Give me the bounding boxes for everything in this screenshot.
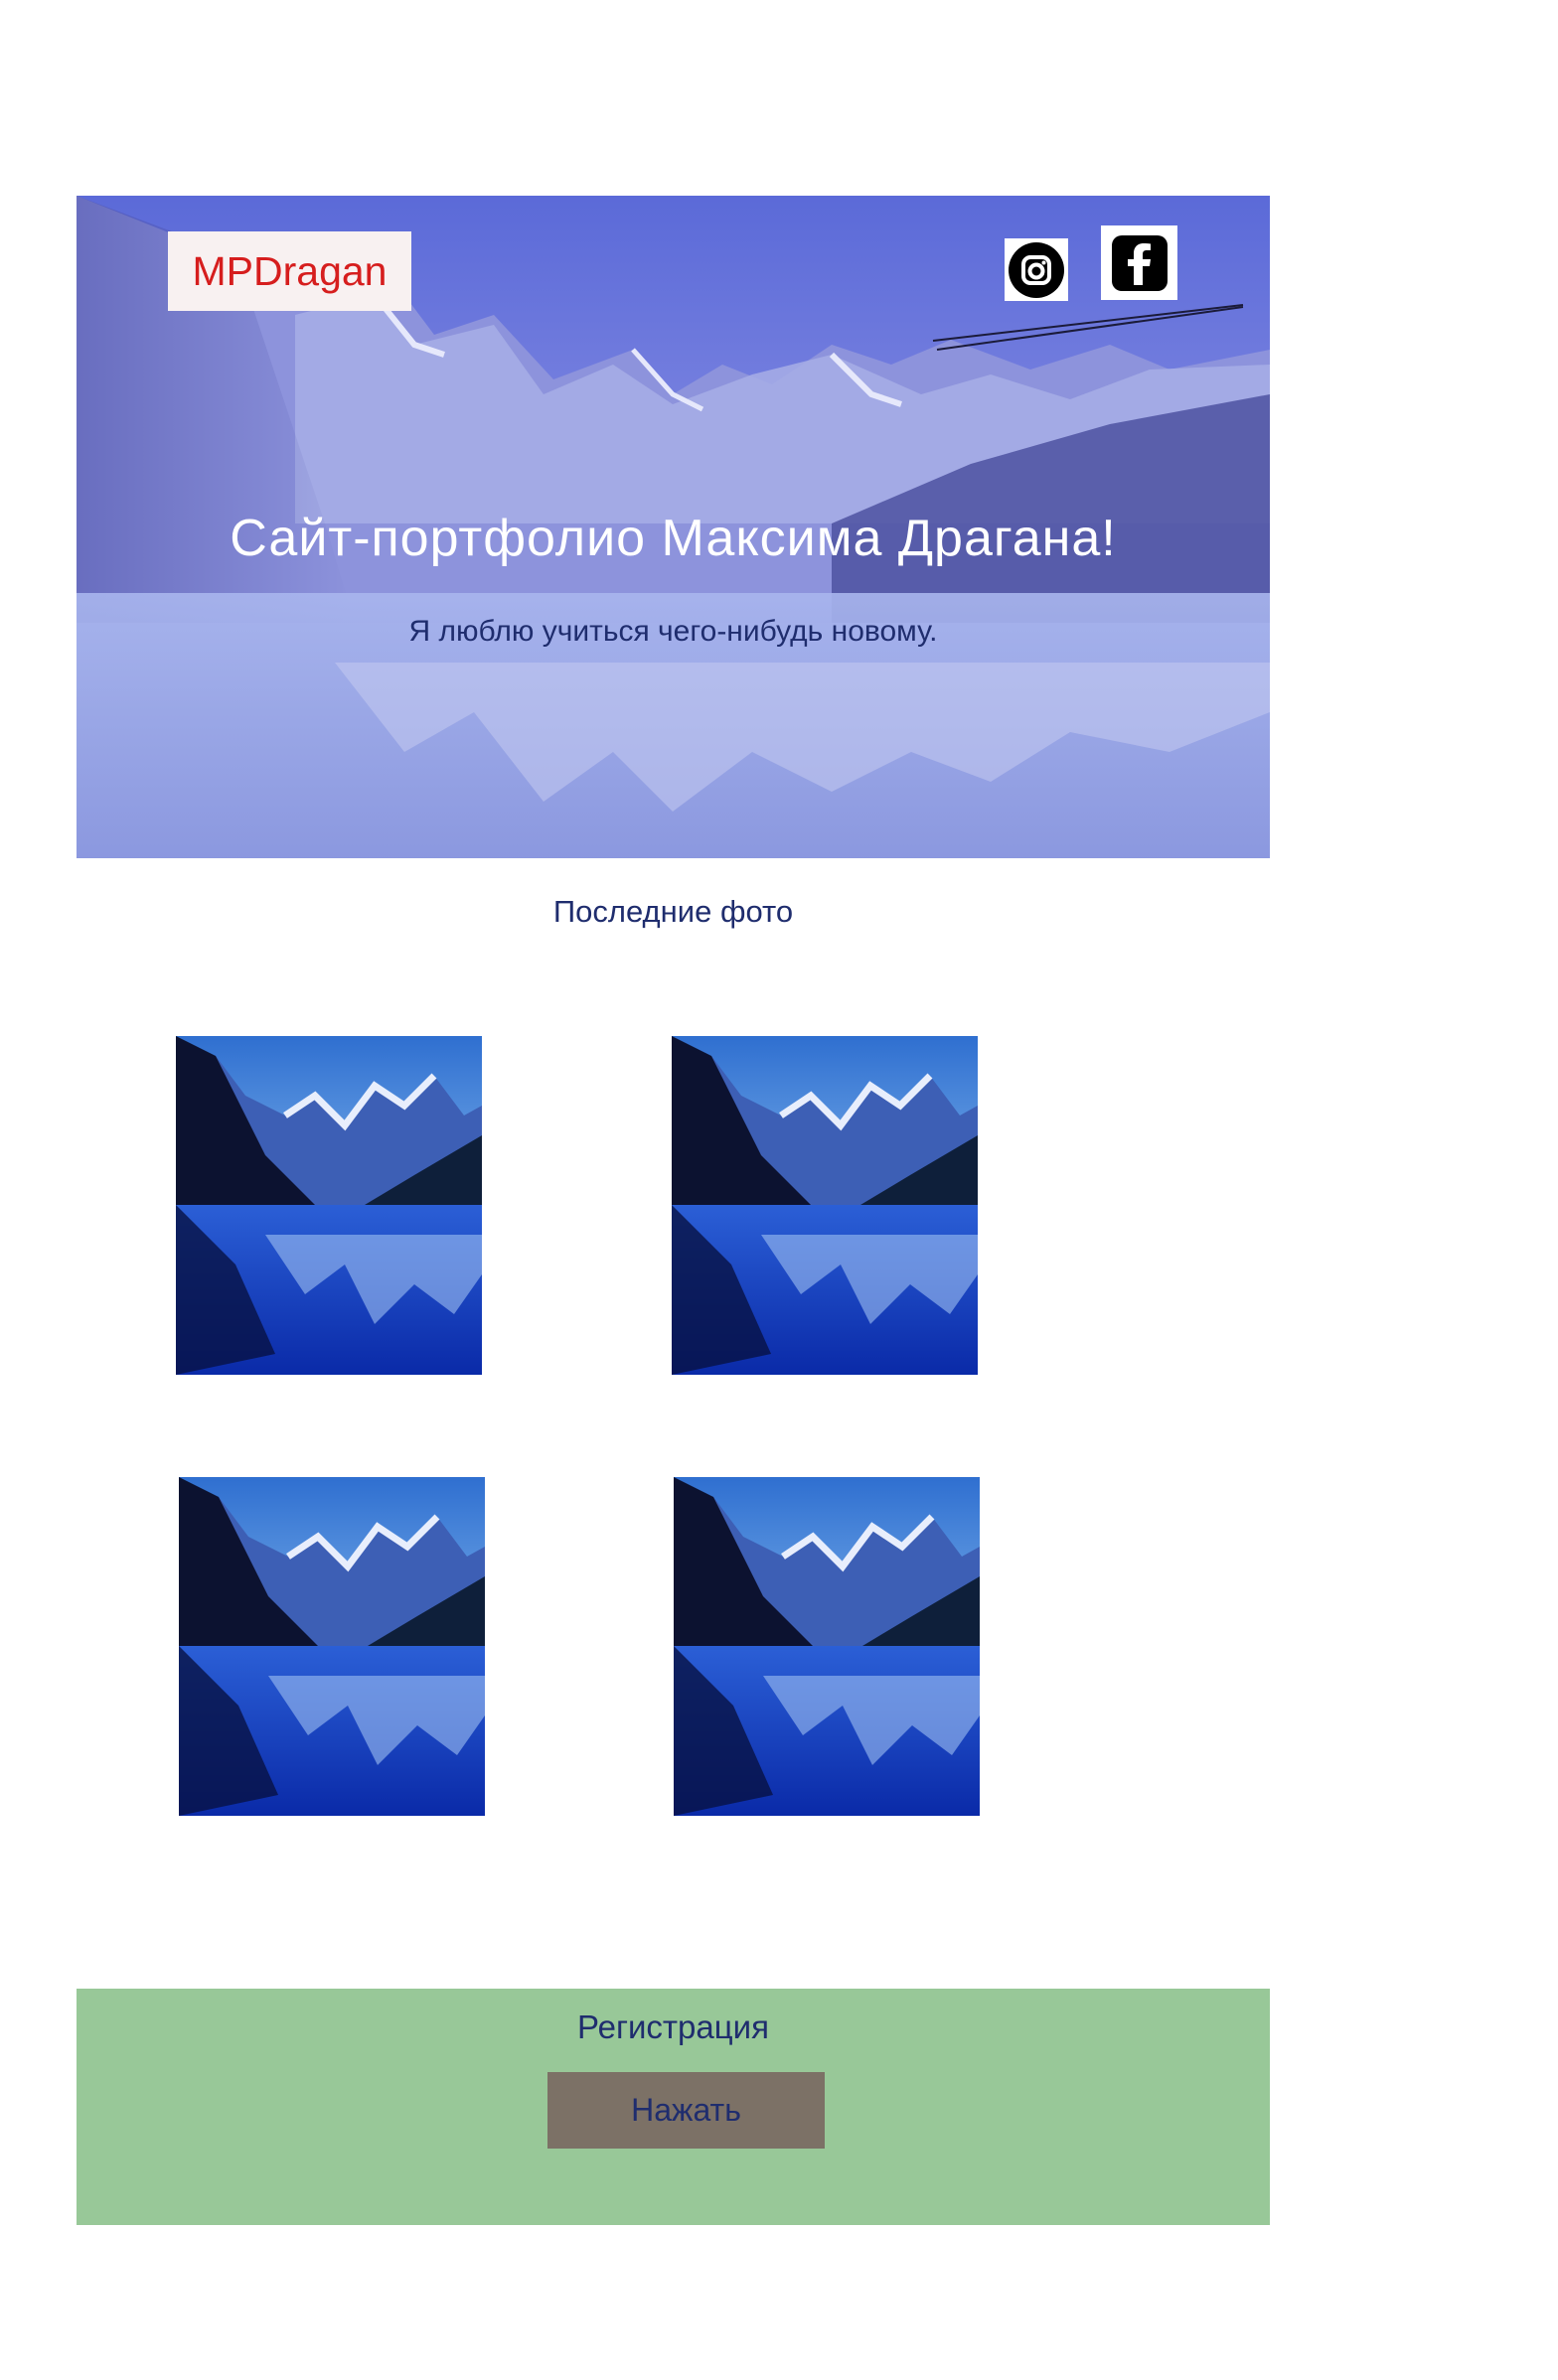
mountain-lake-photo [179,1477,485,1816]
mountain-lake-photo [674,1477,980,1816]
gallery-photo[interactable] [674,1477,980,1816]
site-logo[interactable]: MPDragan [168,231,411,311]
registration-title: Регистрация [577,2008,769,2045]
facebook-icon [1111,234,1168,291]
page-title: Сайт-портфолио Максима Драгана! [230,510,1117,567]
instagram-link[interactable] [1005,238,1068,301]
gallery-photo[interactable] [179,1477,485,1816]
page-subtitle: Я люблю учиться чего-нибудь новому. [408,615,938,648]
mountain-lake-photo [176,1036,482,1375]
hero-banner: MPDragan Сайт-портфолио Максима Драгана!… [77,196,1270,858]
gallery-photo[interactable] [176,1036,482,1375]
mountain-lake-photo [672,1036,978,1375]
instagram-icon [1009,241,1064,298]
registration-section: Регистрация Нажать [77,1989,1270,2225]
gallery-photo[interactable] [672,1036,978,1375]
gallery-title: Последние фото [552,894,794,929]
logo-text: MPDragan [192,247,388,294]
facebook-link[interactable] [1101,225,1177,300]
register-button[interactable]: Нажать [547,2072,825,2149]
